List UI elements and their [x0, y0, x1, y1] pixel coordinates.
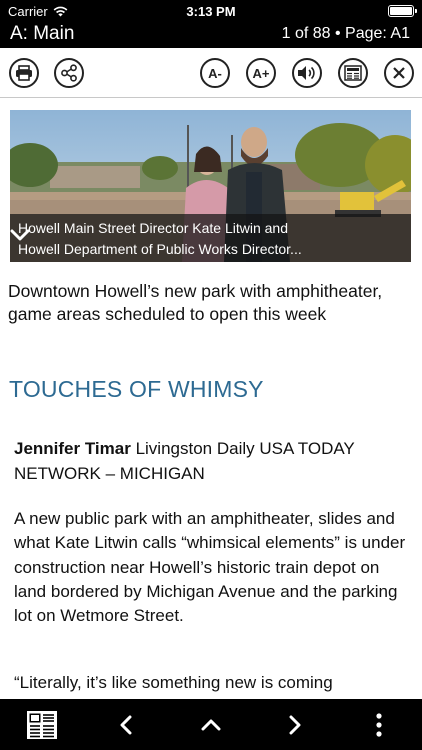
chevron-down-icon[interactable]	[10, 228, 30, 242]
newspaper-icon	[344, 65, 362, 81]
section-title[interactable]: A: Main	[10, 23, 74, 45]
article-body[interactable]: Howell Main Street Director Kate Litwin …	[0, 99, 422, 699]
chevron-up-icon	[201, 719, 221, 730]
page-indicator: 1 of 88 • Page: A1	[281, 25, 410, 42]
previous-button[interactable]	[104, 699, 148, 750]
page-thumbnails-icon	[27, 710, 57, 739]
author-name: Jennifer Timar	[14, 439, 131, 458]
battery-icon	[388, 5, 417, 17]
close-icon	[393, 67, 405, 79]
page-thumbnails-button[interactable]	[20, 699, 64, 750]
title-bar: A: Main 1 of 88 • Page: A1	[0, 22, 422, 48]
listen-button[interactable]	[292, 58, 322, 88]
article-photo[interactable]: Howell Main Street Director Kate Litwin …	[10, 110, 411, 262]
chevron-left-icon	[120, 715, 132, 734]
status-time: 3:13 PM	[186, 4, 236, 19]
share-icon	[61, 64, 77, 82]
close-button[interactable]	[384, 58, 414, 88]
article-paragraph: “Literally, it’s like something new is c…	[14, 673, 333, 692]
chevron-right-icon	[289, 715, 301, 734]
photo-caption[interactable]: Howell Main Street Director Kate Litwin …	[10, 214, 411, 262]
print-button[interactable]	[9, 58, 39, 88]
status-bar: Carrier 3:13 PM	[0, 0, 422, 22]
font-larger-button[interactable]: A+	[246, 58, 276, 88]
article-paragraph: A new public park with an amphitheater, …	[14, 509, 406, 626]
page-view-button[interactable]	[338, 58, 368, 88]
speaker-icon	[298, 66, 315, 80]
share-button[interactable]	[54, 58, 84, 88]
article-toolbar: A- A+	[0, 48, 422, 98]
more-vertical-icon	[376, 712, 382, 737]
font-smaller-button[interactable]: A-	[200, 58, 230, 88]
printer-icon	[16, 65, 32, 81]
caption-line-2: Howell Department of Public Works Direct…	[18, 241, 302, 257]
up-button[interactable]	[189, 699, 233, 750]
bottom-navigation	[0, 699, 422, 750]
article-byline: Jennifer Timar Livingston Daily USA TODA…	[14, 436, 409, 486]
article-dek: Downtown Howell’s new park with amphithe…	[8, 281, 383, 324]
article-headline: TOUCHES OF WHIMSY	[9, 376, 264, 402]
next-button[interactable]	[273, 699, 317, 750]
caption-line-1: Howell Main Street Director Kate Litwin …	[18, 220, 289, 236]
more-button[interactable]	[357, 699, 401, 750]
